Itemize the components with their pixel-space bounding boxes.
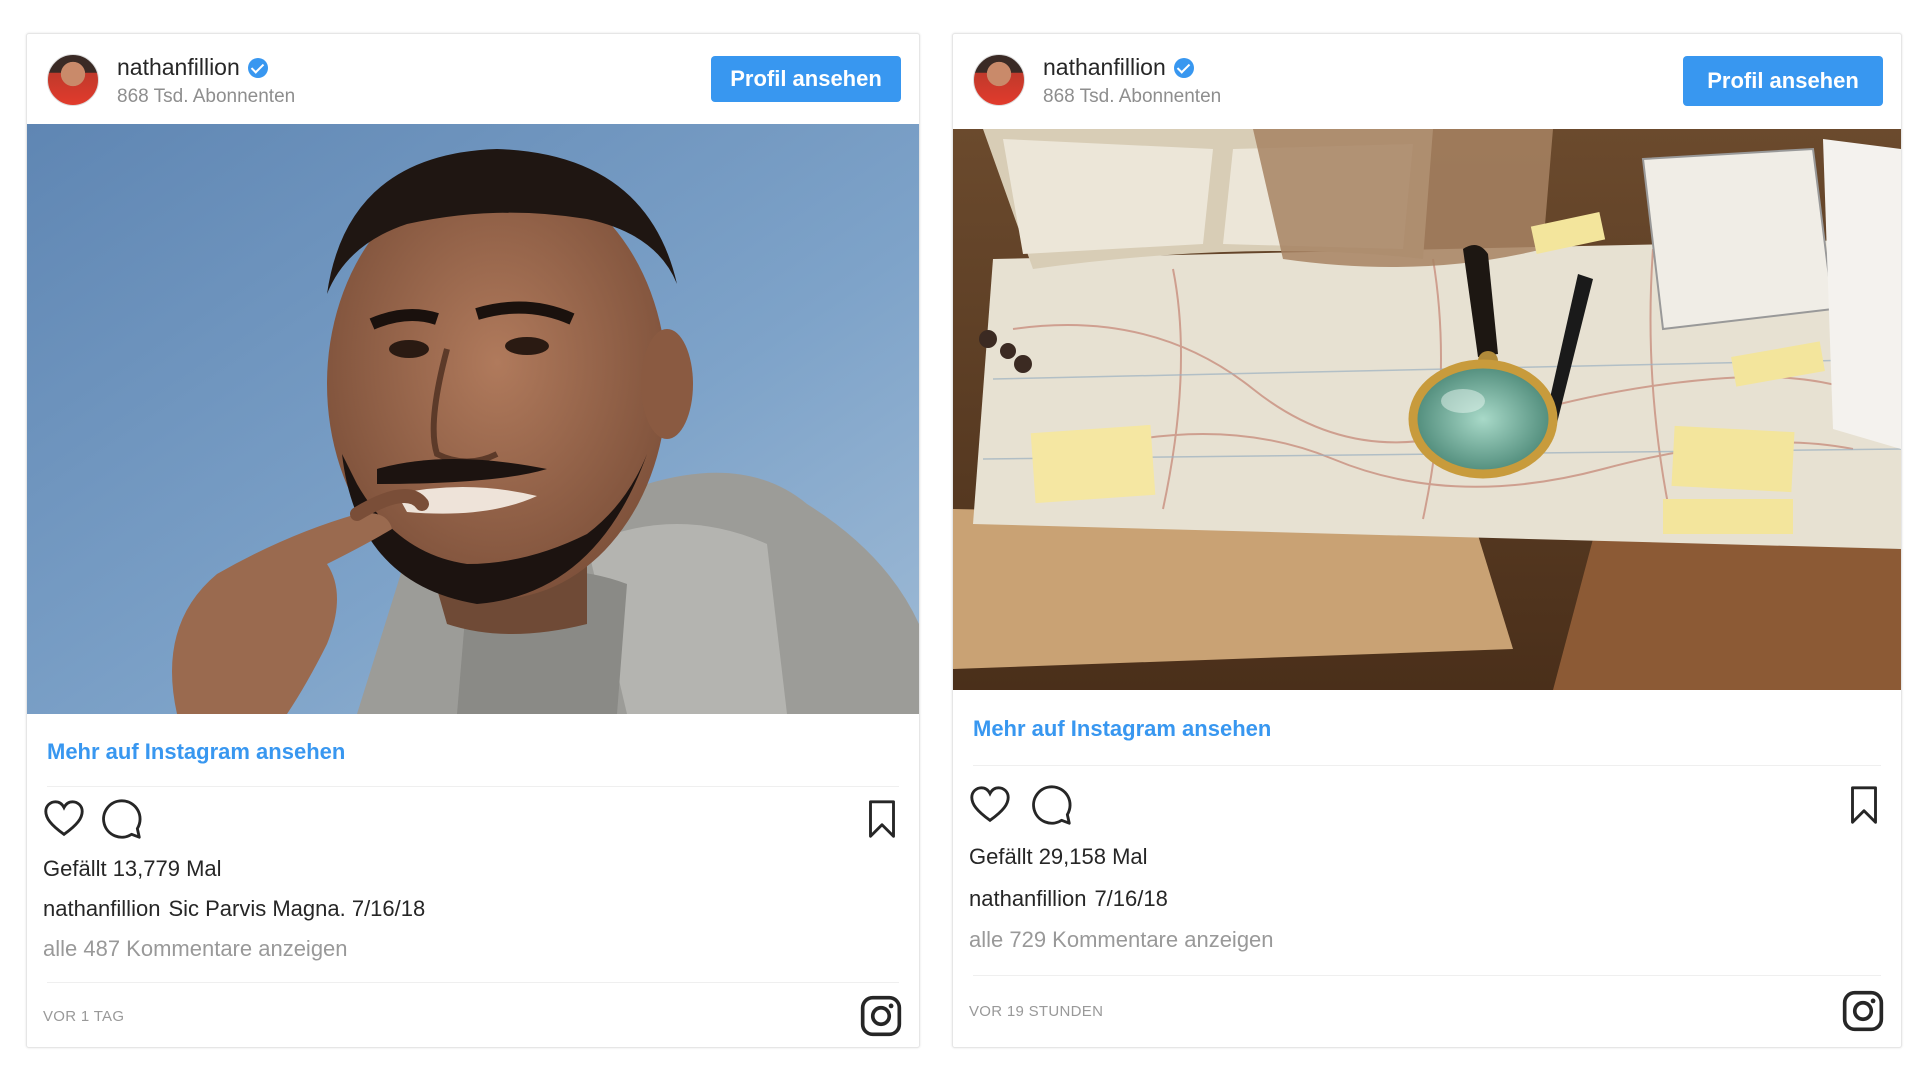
view-all-comments-link[interactable]: alle 729 Kommentare anzeigen [969,927,1274,953]
caption: nathanfillion Sic Parvis Magna. 7/16/18 [43,896,425,922]
map-desk-photo [953,129,1901,690]
heart-icon[interactable] [41,796,87,842]
divider [47,786,899,787]
bookmark-icon[interactable] [1841,782,1887,828]
caption: nathanfillion 7/16/18 [969,886,1168,912]
instagram-logo-icon[interactable] [1841,989,1885,1033]
avatar[interactable] [47,54,99,106]
like-count[interactable]: Gefällt 13,779 Mal [43,856,222,882]
caption-text: Sic Parvis Magna. 7/16/18 [168,896,426,921]
post-photo[interactable] [953,129,1901,690]
instagram-embed-card: nathanfillion 868 Tsd. Abonnenten Profil… [952,33,1902,1048]
subscriber-count: 868 Tsd. Abonnenten [117,86,296,107]
post-timestamp: VOR 19 STUNDEN [969,1003,1104,1020]
post-header: nathanfillion 868 Tsd. Abonnenten Profil… [27,34,919,124]
view-more-on-instagram-link[interactable]: Mehr auf Instagram ansehen [47,739,345,765]
divider [973,975,1881,976]
post-header: nathanfillion 868 Tsd. Abonnenten Profil… [953,34,1901,124]
divider [47,982,899,983]
username-row[interactable]: nathanfillion [1043,54,1194,81]
avatar[interactable] [973,54,1025,106]
username[interactable]: nathanfillion [1043,54,1166,81]
instagram-logo-icon[interactable] [859,994,903,1038]
view-profile-button[interactable]: Profil ansehen [1683,56,1883,106]
bookmark-icon[interactable] [859,796,905,842]
portrait-photo [27,124,919,714]
divider [973,765,1881,766]
view-profile-button[interactable]: Profil ansehen [711,56,901,102]
subscriber-count: 868 Tsd. Abonnenten [1043,86,1222,107]
comment-icon[interactable] [1029,782,1075,828]
comment-icon[interactable] [99,796,145,842]
username[interactable]: nathanfillion [117,54,240,81]
view-all-comments-link[interactable]: alle 487 Kommentare anzeigen [43,936,348,962]
caption-username[interactable]: nathanfillion [43,896,160,921]
action-bar [41,796,905,846]
view-more-on-instagram-link[interactable]: Mehr auf Instagram ansehen [973,716,1271,742]
verified-badge-icon [247,57,268,78]
heart-icon[interactable] [967,782,1013,828]
caption-username[interactable]: nathanfillion [969,886,1086,911]
caption-text: 7/16/18 [1094,886,1168,911]
post-photo[interactable] [27,124,919,714]
action-bar [967,782,1887,832]
like-count[interactable]: Gefällt 29,158 Mal [969,844,1148,870]
post-timestamp: VOR 1 TAG [43,1008,125,1025]
instagram-embed-card: nathanfillion 868 Tsd. Abonnenten Profil… [26,33,920,1048]
verified-badge-icon [1173,57,1194,78]
username-row[interactable]: nathanfillion [117,54,268,81]
